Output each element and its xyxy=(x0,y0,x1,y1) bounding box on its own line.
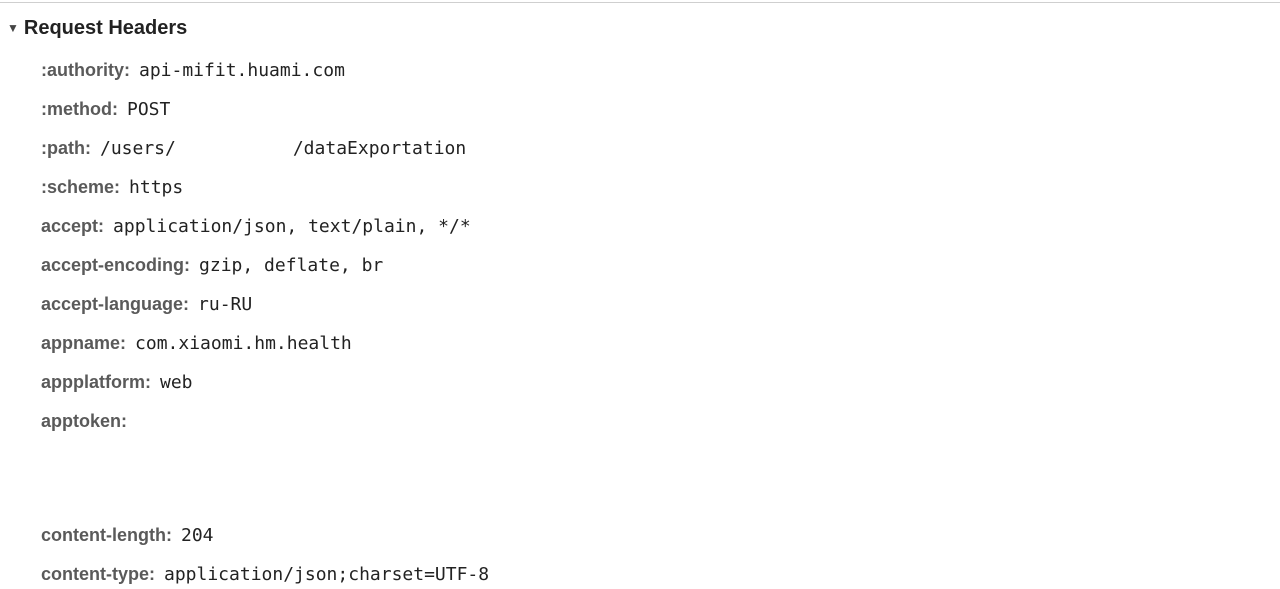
header-value: application/json, text/plain, */* xyxy=(113,215,471,237)
header-value: ru-RU xyxy=(198,293,253,315)
header-value: com.xiaomi.hm.health xyxy=(135,332,352,354)
header-value: 204 xyxy=(180,524,214,546)
header-key: accept: xyxy=(41,215,105,236)
header-key: :path: xyxy=(41,137,91,158)
header-row-method: :method: POST xyxy=(41,96,170,122)
header-value: gzip, deflate, br xyxy=(199,254,384,276)
header-key: :method: xyxy=(41,98,118,119)
header-row-appname: appname: com.xiaomi.hm.health xyxy=(41,330,352,356)
header-value: web xyxy=(160,371,193,393)
header-key: :scheme: xyxy=(41,176,121,197)
divider xyxy=(0,2,1280,3)
header-row-path: :path: /users/ /dataExportation xyxy=(41,135,466,161)
header-value: POST xyxy=(126,98,171,120)
triangle-down-icon: ▼ xyxy=(7,21,19,35)
header-key: appplatform: xyxy=(41,371,151,392)
header-value: application/json;charset=UTF-8 xyxy=(164,563,490,585)
request-headers-toggle[interactable]: ▼ Request Headers xyxy=(7,14,187,42)
header-key: content-type: xyxy=(41,563,155,584)
header-row-accept: accept: application/json, text/plain, */… xyxy=(41,213,471,239)
header-value: https xyxy=(129,176,184,198)
header-row-accept-language: accept-language: ru-RU xyxy=(41,291,252,317)
header-row-content-length: content-length: 204 xyxy=(41,522,214,548)
header-value: api-mifit.huami.com xyxy=(139,59,345,81)
header-row-apptoken: apptoken: xyxy=(41,408,136,434)
header-key: :authority: xyxy=(41,59,130,80)
header-row-scheme: :scheme: https xyxy=(41,174,183,200)
header-row-appplatform: appplatform: web xyxy=(41,369,193,395)
header-row-authority: :authority: api-mifit.huami.com xyxy=(41,57,345,83)
header-row-content-type: content-type: application/json;charset=U… xyxy=(41,561,489,587)
header-key: appname: xyxy=(41,332,127,353)
header-key: content-length: xyxy=(41,524,172,545)
header-key: apptoken: xyxy=(41,410,128,431)
header-row-accept-encoding: accept-encoding: gzip, deflate, br xyxy=(41,252,383,278)
section-title: Request Headers xyxy=(23,16,188,39)
header-key: accept-encoding: xyxy=(41,254,191,275)
header-value-prefix: /users/ xyxy=(99,137,176,159)
header-value-suffix: /dataExportation xyxy=(292,137,467,159)
header-key: accept-language: xyxy=(41,293,190,314)
